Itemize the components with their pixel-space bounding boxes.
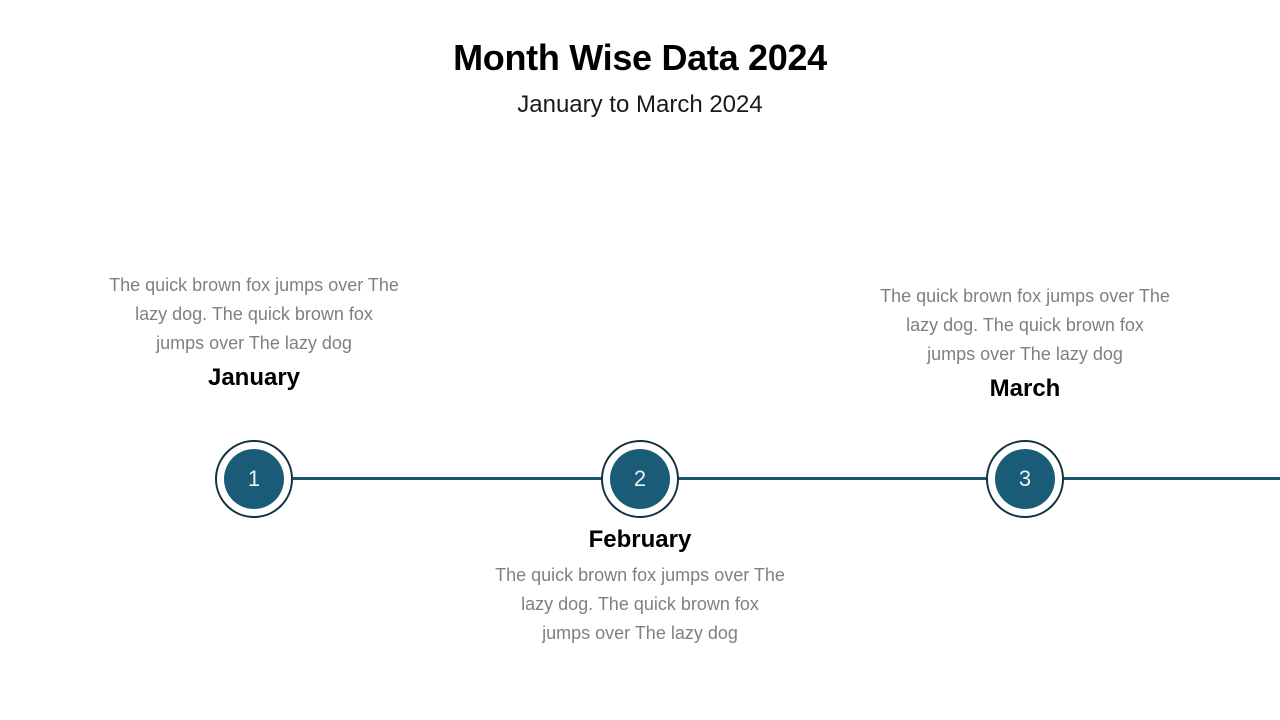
timeline-marker-number: 1 <box>247 466 261 491</box>
timeline-item-label: January <box>207 364 301 391</box>
timeline-axis-line <box>290 477 1280 480</box>
timeline-item-label: March <box>989 375 1061 402</box>
timeline-item-label: February <box>588 526 692 553</box>
timeline-marker-number: 2 <box>633 466 647 491</box>
timeline-item-march: The quick brown fox jumps over The lazy … <box>880 282 1170 404</box>
timeline-item-february: February The quick brown fox jumps over … <box>495 526 785 648</box>
header: Month Wise Data 2024 January to March 20… <box>0 0 1280 120</box>
timeline-marker-disc: 2 <box>610 449 670 509</box>
timeline-item-body: The quick brown fox jumps over The lazy … <box>880 286 1170 364</box>
page-subtitle: January to March 2024 <box>517 91 763 119</box>
timeline-marker-1[interactable]: 1 <box>215 440 293 518</box>
timeline-marker-3[interactable]: 3 <box>986 440 1064 518</box>
timeline-item-body: The quick brown fox jumps over The lazy … <box>109 275 399 353</box>
timeline-marker-disc: 1 <box>224 449 284 509</box>
timeline-marker-2[interactable]: 2 <box>601 440 679 518</box>
timeline-marker-disc: 3 <box>995 449 1055 509</box>
timeline-item-body: The quick brown fox jumps over The lazy … <box>495 564 785 643</box>
timeline-item-january: The quick brown fox jumps over The lazy … <box>109 271 399 393</box>
timeline-marker-number: 3 <box>1018 466 1032 491</box>
page-title: Month Wise Data 2024 <box>453 37 827 78</box>
